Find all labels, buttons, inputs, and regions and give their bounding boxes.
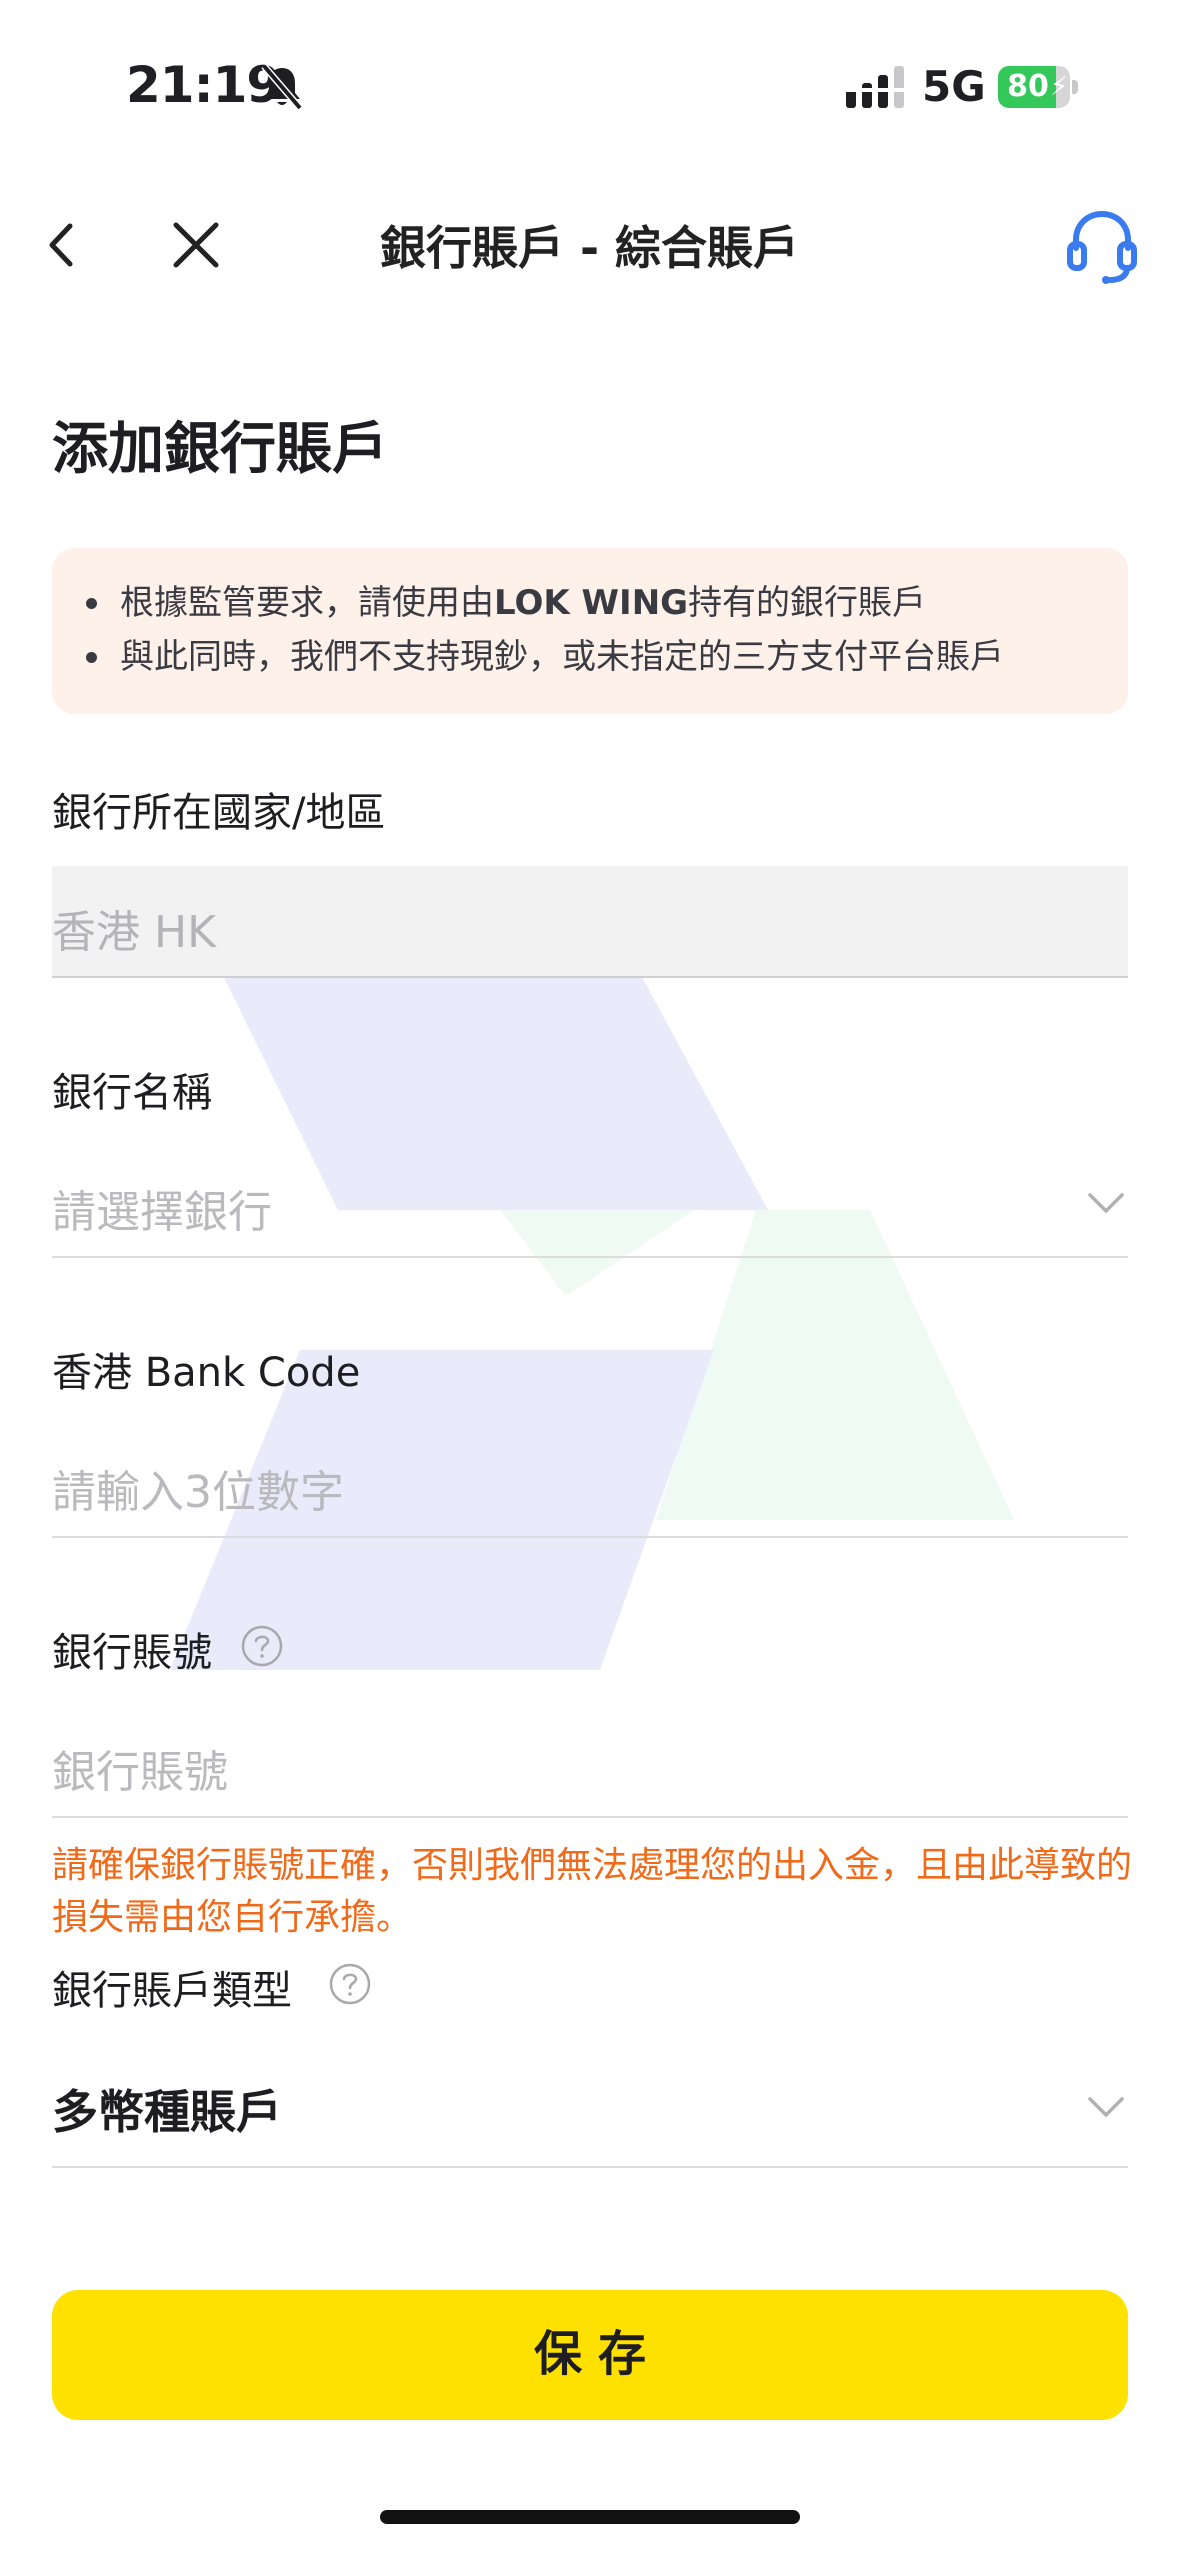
- chevron-down-icon: [1088, 1193, 1124, 1213]
- help-icon[interactable]: [328, 1962, 372, 2006]
- help-icon[interactable]: [240, 1624, 284, 1668]
- account-number-placeholder: 銀行賬號: [52, 1747, 228, 1798]
- battery-icon: 80 ⚡: [998, 66, 1078, 108]
- account-number-input[interactable]: 銀行賬號: [52, 1706, 1128, 1818]
- bank-name-label: 銀行名稱: [52, 1070, 212, 1116]
- notice-box: 根據監管要求，請使用由LOK WING持有的銀行賬戶 與此同時，我們不支持現鈔，…: [52, 548, 1128, 714]
- save-button[interactable]: 保存: [52, 2290, 1128, 2420]
- network-type: 5G: [922, 62, 986, 111]
- charging-bolt-icon: ⚡: [1050, 72, 1069, 102]
- notice-item: 根據監管要求，請使用由LOK WING持有的銀行賬戶: [84, 576, 1098, 630]
- bank-code-placeholder: 請輸入3位數字: [52, 1467, 344, 1518]
- battery-percent: 80: [1007, 69, 1049, 104]
- bank-name-placeholder: 請選擇銀行: [52, 1187, 272, 1238]
- cellular-signal-icon: [846, 66, 904, 108]
- headset-icon[interactable]: [1066, 206, 1138, 286]
- status-bar: 21:19 5G 80 ⚡: [0, 0, 1179, 160]
- account-number-label: 銀行賬號: [52, 1630, 212, 1676]
- account-type-label: 銀行賬戶類型: [52, 1968, 292, 2014]
- account-number-warning: 請確保銀行賬號正確，否則我們無法處理您的出入金，且由此導致的損失需由您自行承擔。: [52, 1845, 1133, 1938]
- bank-code-input[interactable]: 請輸入3位數字: [52, 1426, 1128, 1538]
- home-indicator: [380, 2510, 800, 2524]
- chevron-down-icon: [1088, 2097, 1124, 2117]
- bank-code-label: 香港 Bank Code: [52, 1350, 361, 1396]
- country-value: 香港 HK: [52, 907, 216, 958]
- account-type-value: 多幣種賬戶: [52, 2085, 282, 2139]
- navigation-bar: 銀行賬戶 - 綜合賬戶: [0, 180, 1179, 310]
- page-title: 添加銀行賬戶: [52, 417, 388, 482]
- notice-item: 與此同時，我們不支持現鈔，或未指定的三方支付平台賬戶: [84, 630, 1098, 684]
- watermark-logo: [170, 888, 1014, 1670]
- country-label: 銀行所在國家/地區: [52, 790, 386, 836]
- country-field: 香港 HK: [52, 866, 1128, 978]
- bell-slash-icon: [261, 63, 303, 111]
- account-type-select[interactable]: 多幣種賬戶: [52, 2040, 1128, 2168]
- account-holder-name: LOK WING: [494, 583, 689, 623]
- bank-name-select[interactable]: 請選擇銀行: [52, 1146, 1128, 1258]
- page-header-title: 銀行賬戶 - 綜合賬戶: [379, 221, 800, 275]
